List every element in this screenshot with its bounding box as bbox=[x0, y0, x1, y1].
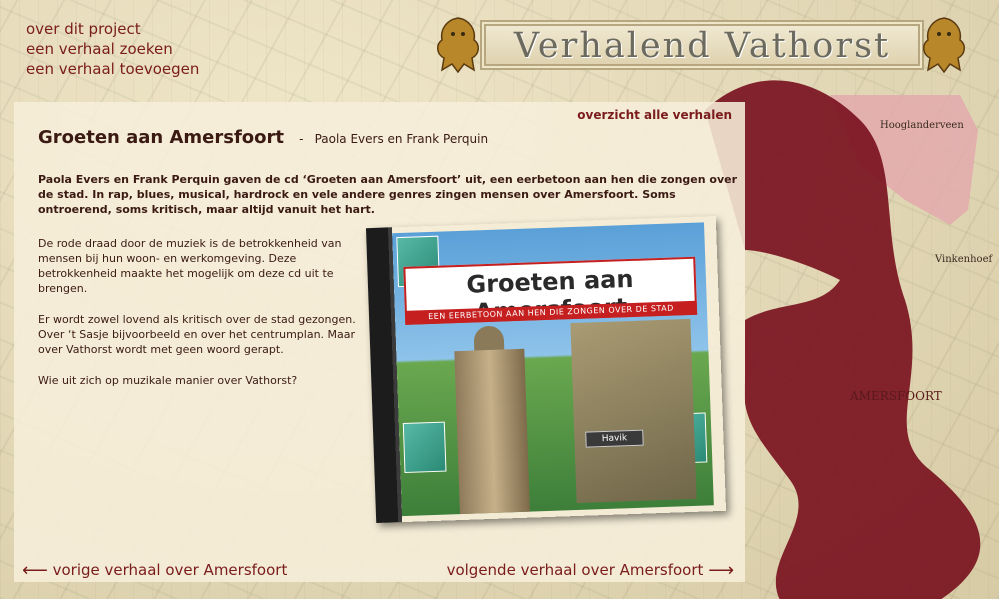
lion-icon bbox=[437, 17, 479, 74]
story-author: Paola Evers en Frank Perquin bbox=[314, 132, 489, 146]
previous-story-link[interactable]: ⟵ vorige verhaal over Amersfoort bbox=[22, 560, 287, 581]
arrow-left-icon: ⟵ bbox=[22, 560, 48, 581]
about-project-link[interactable]: over dit project bbox=[26, 19, 199, 39]
story-paragraph: De rode draad door de muziek is de betro… bbox=[38, 237, 342, 295]
map-label-vinkenhoef: Vinkenhoef bbox=[934, 254, 993, 265]
next-story-link[interactable]: volgende verhaal over Amersfoort ⟶ bbox=[447, 560, 734, 581]
church-tower bbox=[454, 348, 531, 517]
map-label-amersfoort: AMERSFOORT bbox=[849, 389, 942, 403]
street-sign: Havik bbox=[585, 429, 644, 448]
site-logo[interactable]: Verhalend Vathorst bbox=[432, 14, 970, 76]
cd-artwork: Havik Groeten aan Amersfoort EEN EERBETO… bbox=[392, 222, 714, 517]
title-separator: - bbox=[299, 132, 304, 146]
cd-banner: Groeten aan Amersfoort EEN EERBETOON AAN… bbox=[403, 256, 698, 326]
story-paragraph: Er wordt zowel lovend als kritisch over … bbox=[38, 313, 356, 356]
building bbox=[570, 318, 697, 504]
story-heading: Groeten aan Amersfoort - Paola Evers en … bbox=[38, 127, 488, 148]
top-nav: over dit project een verhaal zoeken een … bbox=[26, 19, 199, 79]
lion-icon bbox=[923, 17, 965, 74]
story-paragraph: Wie uit zich op muzikale manier over Vat… bbox=[38, 374, 298, 387]
search-story-link[interactable]: een verhaal zoeken bbox=[26, 39, 199, 59]
story-panel: overzicht alle verhalen Groeten aan Amer… bbox=[14, 102, 745, 582]
story-title: Groeten aan Amersfoort bbox=[38, 127, 285, 148]
story-body: De rode draad door de muziek is de betro… bbox=[38, 236, 368, 404]
overview-all-stories-link[interactable]: overzicht alle verhalen bbox=[577, 108, 732, 122]
story-intro: Paola Evers en Frank Perquin gaven de cd… bbox=[38, 173, 738, 216]
next-story-label: volgende verhaal over Amersfoort bbox=[446, 561, 704, 579]
arrow-right-icon: ⟶ bbox=[708, 560, 734, 581]
add-story-link[interactable]: een verhaal toevoegen bbox=[26, 59, 199, 79]
map-label-hooglanderveen: Hooglanderveen bbox=[880, 120, 964, 131]
cd-cover-image: Havik Groeten aan Amersfoort EEN EERBETO… bbox=[365, 215, 727, 524]
logo-plate: Verhalend Vathorst bbox=[480, 20, 924, 70]
logo-title: Verhalend Vathorst bbox=[513, 26, 891, 66]
previous-story-label: vorige verhaal over Amersfoort bbox=[52, 561, 288, 579]
